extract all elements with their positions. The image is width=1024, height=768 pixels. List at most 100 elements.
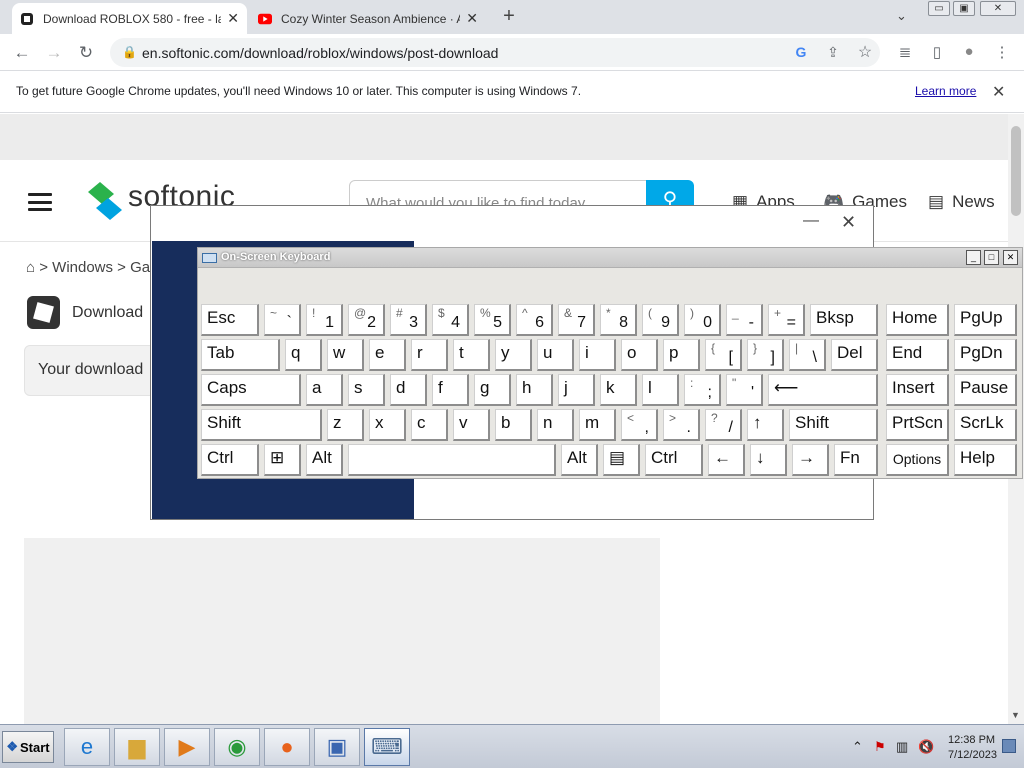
key-scrlk[interactable]: ScrLk bbox=[954, 409, 1017, 441]
url-text[interactable]: en.softonic.com/download/roblox/windows/… bbox=[142, 45, 498, 61]
key-b[interactable]: b bbox=[495, 409, 532, 441]
key-d[interactable]: d bbox=[390, 374, 427, 406]
key-p[interactable]: p bbox=[663, 339, 700, 371]
key-w[interactable]: w bbox=[327, 339, 364, 371]
reload-button[interactable]: ↻ bbox=[75, 42, 97, 64]
window-close-button[interactable]: ✕ bbox=[980, 1, 1016, 16]
key-r[interactable]: r bbox=[411, 339, 448, 371]
key-caps[interactable]: Caps bbox=[201, 374, 301, 406]
key-a[interactable]: a bbox=[306, 374, 343, 406]
key-symbol[interactable]: >. bbox=[663, 409, 700, 441]
key-4[interactable]: $4 bbox=[432, 304, 469, 336]
forward-button[interactable]: → bbox=[43, 42, 65, 64]
lock-icon[interactable]: 🔒 bbox=[122, 45, 137, 59]
key-tab[interactable]: Tab bbox=[201, 339, 280, 371]
key-9[interactable]: (9 bbox=[642, 304, 679, 336]
window-minimize-button[interactable]: ▭ bbox=[928, 1, 950, 16]
key-symbol[interactable]: :; bbox=[684, 374, 721, 406]
profile-icon[interactable]: ● bbox=[959, 43, 979, 60]
tab-close-icon[interactable]: ✕ bbox=[466, 10, 478, 27]
key-8[interactable]: * 8 bbox=[600, 304, 637, 336]
share-icon[interactable]: ⇪ bbox=[824, 44, 842, 61]
key-prtscn[interactable]: PrtScn bbox=[886, 409, 949, 441]
key-y[interactable]: y bbox=[495, 339, 532, 371]
key-shift[interactable]: Shift bbox=[789, 409, 878, 441]
key-5[interactable]: % 5 bbox=[474, 304, 511, 336]
key-6[interactable]: ^ 6 bbox=[516, 304, 553, 336]
key-m[interactable]: m bbox=[579, 409, 616, 441]
key-symbol[interactable]: + = bbox=[768, 304, 805, 336]
show-desktop-icon[interactable] bbox=[1002, 739, 1016, 753]
key-symbol[interactable]: <, bbox=[621, 409, 658, 441]
address-bar[interactable]: 🔒 en.softonic.com/download/roblox/window… bbox=[110, 38, 880, 67]
media-control-icon[interactable]: ≣ bbox=[895, 43, 915, 61]
key-symbol[interactable]: ? / bbox=[705, 409, 742, 441]
key-esc[interactable]: Esc bbox=[201, 304, 259, 336]
key-space[interactable] bbox=[348, 444, 556, 476]
key-pgup[interactable]: PgUp bbox=[954, 304, 1017, 336]
learn-more-link[interactable]: Learn more bbox=[915, 84, 976, 98]
key-end[interactable]: End bbox=[886, 339, 949, 371]
key-home[interactable]: Home bbox=[886, 304, 949, 336]
taskbar-chrome[interactable]: ◉ bbox=[214, 728, 260, 766]
key-v[interactable]: v bbox=[453, 409, 490, 441]
key-symbol[interactable]: {[ bbox=[705, 339, 742, 371]
dialog-minimize-icon[interactable]: — bbox=[803, 212, 819, 230]
key-g[interactable]: g bbox=[474, 374, 511, 406]
key-pause[interactable]: Pause bbox=[954, 374, 1017, 406]
google-lens-icon[interactable]: G bbox=[792, 44, 810, 60]
side-panel-icon[interactable]: ▯ bbox=[927, 43, 947, 61]
action-center-flag-icon[interactable]: ⚑ bbox=[874, 739, 886, 755]
key-symbol[interactable]: ⊞ bbox=[264, 444, 301, 476]
key-symbol[interactable]: ~ ` bbox=[264, 304, 301, 336]
infobar-close-icon[interactable]: ✕ bbox=[992, 82, 1005, 102]
taskbar-on-screen-keyboard[interactable]: ⌨ bbox=[364, 728, 410, 766]
volume-muted-icon[interactable]: 🔇 bbox=[918, 739, 934, 755]
scrollbar-thumb[interactable] bbox=[1011, 126, 1021, 216]
background-dialog-titlebar[interactable]: — ✕ bbox=[151, 206, 873, 241]
key-insert[interactable]: Insert bbox=[886, 374, 949, 406]
osk-minimize-button[interactable]: _ bbox=[966, 250, 981, 265]
key-l[interactable]: l bbox=[642, 374, 679, 406]
key-shift[interactable]: Shift bbox=[201, 409, 322, 441]
key-help[interactable]: Help bbox=[954, 444, 1017, 476]
key-alt[interactable]: Alt bbox=[306, 444, 343, 476]
clock-date[interactable]: 7/12/2023 bbox=[948, 749, 997, 761]
osk-close-button[interactable]: ✕ bbox=[1003, 250, 1018, 265]
key-ctrl[interactable]: Ctrl bbox=[645, 444, 703, 476]
taskbar-firefox[interactable]: ● bbox=[264, 728, 310, 766]
key-0[interactable]: ) 0 bbox=[684, 304, 721, 336]
key-alt[interactable]: Alt bbox=[561, 444, 598, 476]
key-symbol[interactable]: → bbox=[792, 444, 829, 476]
key-bksp[interactable]: Bksp bbox=[810, 304, 878, 336]
tab-close-icon[interactable]: ✕ bbox=[227, 10, 239, 27]
taskbar-remote-desktop[interactable]: ▣ bbox=[314, 728, 360, 766]
tab-softonic[interactable]: Download ROBLOX 580 - free - late ✕ bbox=[12, 3, 247, 34]
key-symbol[interactable]: ↑ bbox=[747, 409, 784, 441]
key-2[interactable]: @2 bbox=[348, 304, 385, 336]
key-fn[interactable]: Fn bbox=[834, 444, 878, 476]
key-symbol[interactable]: ▤ bbox=[603, 444, 640, 476]
chrome-menu-icon[interactable]: ⋮ bbox=[992, 43, 1012, 61]
key-options[interactable]: Options bbox=[886, 444, 949, 476]
key-7[interactable]: & 7 bbox=[558, 304, 595, 336]
window-maximize-button[interactable]: ▣ bbox=[953, 1, 975, 16]
key-n[interactable]: n bbox=[537, 409, 574, 441]
clock-time[interactable]: 12:38 PM bbox=[948, 734, 995, 746]
key-q[interactable]: q bbox=[285, 339, 322, 371]
key-k[interactable]: k bbox=[600, 374, 637, 406]
softonic-logo-icon[interactable] bbox=[88, 182, 122, 220]
dialog-close-icon[interactable]: ✕ bbox=[841, 212, 856, 233]
key-s[interactable]: s bbox=[348, 374, 385, 406]
key-symbol[interactable]: ⟵ bbox=[768, 374, 878, 406]
tab-youtube[interactable]: Cozy Winter Season Ambience · Art ✕ bbox=[250, 3, 486, 34]
key-3[interactable]: #3 bbox=[390, 304, 427, 336]
key-f[interactable]: f bbox=[432, 374, 469, 406]
taskbar-internet-explorer[interactable]: e bbox=[64, 728, 110, 766]
tray-expand-icon[interactable]: ⌃ bbox=[852, 739, 863, 755]
key-h[interactable]: h bbox=[516, 374, 553, 406]
key-symbol[interactable]: _ - bbox=[726, 304, 763, 336]
key-symbol[interactable]: ↓ bbox=[750, 444, 787, 476]
start-button[interactable]: ❖ Start bbox=[2, 731, 54, 763]
network-icon[interactable]: ▥ bbox=[896, 739, 908, 755]
